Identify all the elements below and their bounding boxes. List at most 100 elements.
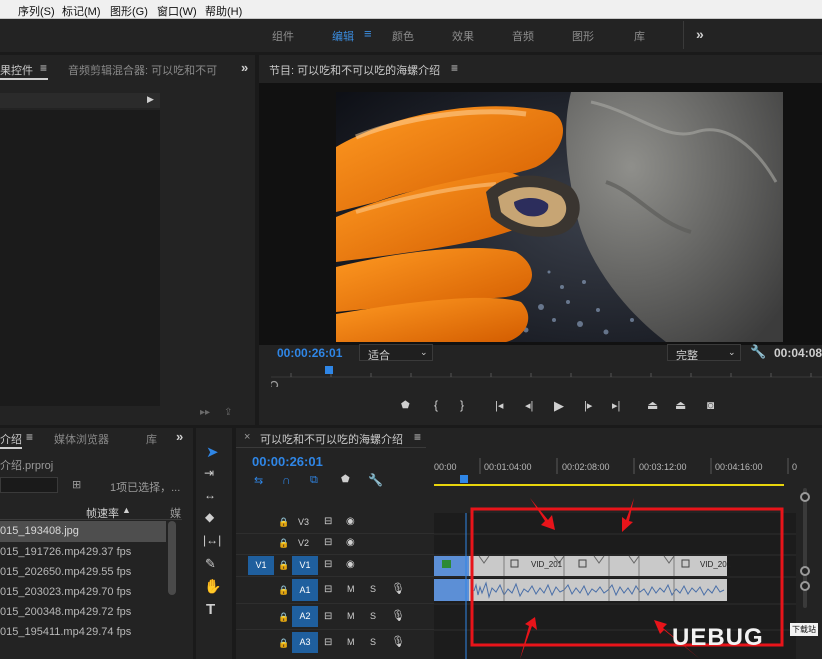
filter-icon[interactable]: ▸▸ [200,407,210,418]
lock-icon[interactable]: 🔒 [278,560,289,571]
playhead-timecode[interactable]: 00:00:26:01 [277,346,342,360]
solo-button[interactable]: S [370,584,376,594]
workspace-tab-assembly[interactable]: 组件 [272,28,294,44]
microphone-icon[interactable]: 🎙 [391,635,405,648]
mute-button[interactable]: M [347,637,355,647]
go-to-in-icon[interactable]: |◂ [495,399,503,412]
timeline-vertical-scrollbar[interactable] [800,488,810,608]
nest-toggle-icon[interactable]: ⇆ [254,474,263,487]
program-menu-icon[interactable]: ≡ [451,61,458,75]
slip-tool-icon[interactable]: |↔| [203,533,221,547]
track-name-label[interactable]: V2 [298,538,309,548]
sync-lock-icon[interactable]: ⊟ [324,584,332,595]
workspace-menu-icon[interactable]: ≡ [364,26,372,41]
track-target-a3[interactable]: A3 [292,632,318,653]
track-target-v1[interactable]: V1 [292,556,318,575]
program-viewer[interactable] [259,83,822,345]
tab-effect-controls[interactable]: 果控件 [0,62,33,78]
timeline-menu-icon[interactable]: ≡ [414,430,421,444]
mute-button[interactable]: M [347,584,355,594]
track-target-a2[interactable]: A2 [292,606,318,627]
export-frame-icon[interactable]: ⇪ [224,407,232,418]
track-name-label[interactable]: V3 [298,517,309,527]
workspace-more-icon[interactable]: » [696,26,704,42]
lock-icon[interactable]: 🔒 [278,517,289,528]
mute-button[interactable]: M [347,611,355,621]
timeline-playhead-handle[interactable] [460,475,468,483]
play-triangle-icon[interactable]: ▶ [147,94,154,105]
solo-button[interactable]: S [370,637,376,647]
camera-icon[interactable]: ◙ [707,398,714,412]
menu-window[interactable]: 窗口(W) [157,3,197,19]
tab-audio-clip-mixer[interactable]: 音频剪辑混合器: 可以吃和不可 [68,62,217,78]
step-forward-icon[interactable]: |▸ [584,399,592,412]
sync-lock-icon[interactable]: ⊟ [324,611,332,622]
scroll-handle-top[interactable] [800,492,810,502]
pen-tool-icon[interactable]: ✎ [205,556,216,572]
find-icon[interactable]: ⊞ [72,478,81,491]
list-item[interactable]: 015_203023.mp4 29.70 fps [0,582,166,602]
razor-tool-icon[interactable]: ◆ [205,510,214,524]
eye-icon[interactable]: ◉ [346,516,355,527]
track-target-a1[interactable]: A1 [292,579,318,601]
column-media[interactable]: 媒 [170,505,181,521]
lock-icon[interactable]: 🔒 [278,638,289,649]
add-marker-icon[interactable]: ⬟ [341,474,350,485]
scroll-handle-mid[interactable] [800,566,810,576]
sync-lock-icon[interactable]: ⊟ [324,559,332,570]
menu-sequence[interactable]: 序列(S) [18,3,55,19]
panel-menu-icon[interactable]: ≡ [26,430,33,444]
list-item-selected[interactable]: 015_193408.jpg [0,521,166,542]
workspace-tab-audio[interactable]: 音频 [512,28,534,44]
snap-icon[interactable]: ∩ [282,473,291,487]
panel-more-icon[interactable]: » [241,60,248,75]
lift-icon[interactable]: ⏏ [647,398,658,412]
panel-more-icon[interactable]: » [176,429,183,444]
list-item[interactable]: 015_191726.mp4 29.37 fps [0,542,166,562]
close-sequence-icon[interactable]: × [244,431,250,443]
timeline-timecode[interactable]: 00:00:26:01 [252,454,323,469]
list-item[interactable]: 015_195411.mp4 29.74 fps [0,622,166,642]
workspace-tab-libraries[interactable]: 库 [634,28,645,44]
panel-menu-icon[interactable]: ≡ [40,61,47,75]
sync-lock-icon[interactable]: ⊟ [324,516,332,527]
track-select-tool-icon[interactable]: ⇥ [204,466,214,480]
program-monitor-title[interactable]: 节目: 可以吃和不可以吃的海螺介绍 [269,62,440,78]
go-to-out-icon[interactable]: ▸| [612,399,620,412]
eye-icon[interactable]: ◉ [346,559,355,570]
tab-libraries[interactable]: 库 [146,431,157,447]
workspace-tab-graphics[interactable]: 图形 [572,28,594,44]
project-scrollbar[interactable] [168,521,176,595]
source-patch-v1[interactable]: V1 [248,556,274,575]
microphone-icon[interactable]: 🎙 [391,609,405,622]
search-input[interactable] [0,477,58,493]
mark-in-icon[interactable]: { [434,398,438,412]
step-back-icon[interactable]: ◂| [525,399,533,412]
type-tool-icon[interactable]: T [206,601,215,618]
hand-tool-icon[interactable]: ✋ [204,578,221,595]
tab-project[interactable]: 介绍 [0,431,22,447]
wrench-icon[interactable]: 🔧 [750,344,766,360]
menu-help[interactable]: 帮助(H) [205,3,242,19]
play-icon[interactable]: ▶ [554,398,564,414]
program-scrub-bar[interactable] [271,366,822,387]
column-frame-rate[interactable]: 帧速率 [86,505,119,521]
workspace-tab-effects[interactable]: 效果 [452,28,474,44]
workspace-tab-editing[interactable]: 编辑 [332,28,354,44]
tab-media-browser[interactable]: 媒体浏览器 [54,431,109,447]
solo-button[interactable]: S [370,611,376,621]
lock-icon[interactable]: 🔒 [278,612,289,623]
scroll-handle-bottom[interactable] [800,581,810,591]
sort-up-icon[interactable]: ▲ [122,505,131,515]
menu-markers[interactable]: 标记(M) [62,3,101,19]
sync-lock-icon[interactable]: ⊟ [324,637,332,648]
workspace-tab-color[interactable]: 颜色 [392,28,414,44]
playhead-marker[interactable] [325,366,333,374]
ripple-edit-tool-icon[interactable]: ↔ [204,488,216,502]
add-marker-icon[interactable]: ⬟ [401,400,410,411]
list-item[interactable]: 015_202650.mp4 29.55 fps [0,562,166,582]
time-ruler[interactable]: 00:00 00:01:04:00 00:02:08:00 00:03:12:0… [434,456,822,486]
eye-icon[interactable]: ◉ [346,537,355,548]
timeline-settings-icon[interactable]: 🔧 [368,473,383,487]
mark-out-icon[interactable]: } [460,398,464,412]
